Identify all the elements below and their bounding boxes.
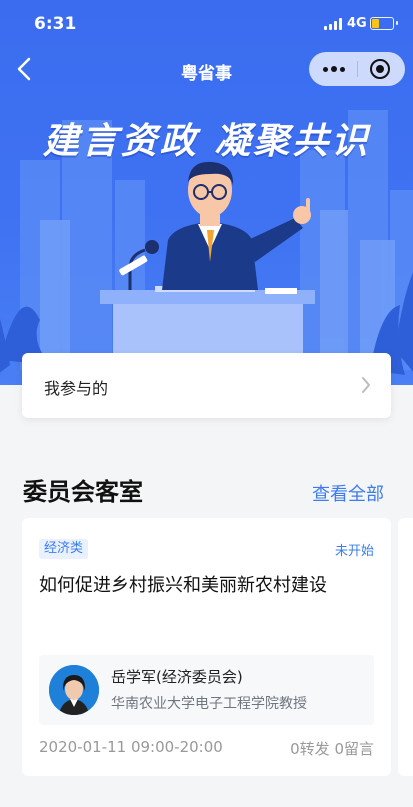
status-time: 6:31	[34, 14, 77, 34]
guest-name: 岳学军(经济委员会)	[111, 668, 243, 686]
hero-banner: 6:31 4G 粤省事 建言资政 凝聚共识	[0, 0, 413, 385]
avatar	[49, 665, 99, 715]
my-participation-card[interactable]: 我参与的	[22, 353, 391, 418]
status-bar: 6:31 4G	[0, 0, 413, 48]
battery-cap	[396, 21, 398, 25]
room-card[interactable]: 经济类 未开始 如何促进乡村振兴和美丽新农村建设 岳学军(经济委员会) 华南农业…	[22, 518, 391, 776]
banner-slogan: 建言资政 凝聚共识	[42, 121, 371, 162]
nav-bar: 粤省事	[0, 48, 413, 92]
mini-program-capsule	[309, 52, 405, 86]
status-badge: 未开始	[334, 544, 374, 559]
category-tag: 经济类	[39, 539, 89, 559]
guest-portrait-icon	[49, 665, 99, 715]
guest-title: 华南农业大学电子工程学院教授	[111, 696, 307, 712]
guest-info: 岳学军(经济委员会) 华南农业大学电子工程学院教授	[39, 655, 374, 725]
close-target-icon[interactable]	[370, 59, 390, 79]
section-title: 委员会客室	[23, 478, 143, 506]
room-stats: 0转发 0留言	[290, 740, 374, 758]
next-card-peek[interactable]	[398, 518, 413, 776]
network-label: 4G	[347, 16, 367, 31]
more-icon[interactable]	[323, 66, 345, 72]
room-title: 如何促进乡村振兴和美丽新农村建设	[39, 575, 327, 596]
my-participation-label: 我参与的	[44, 379, 109, 398]
chevron-right-icon	[362, 377, 370, 393]
signal-icon	[324, 18, 342, 30]
view-all-link[interactable]: 查看全部	[312, 480, 384, 506]
room-time: 2020-01-11 09:00-20:00	[39, 738, 223, 756]
battery-icon	[370, 17, 394, 30]
capsule-divider	[357, 61, 358, 77]
